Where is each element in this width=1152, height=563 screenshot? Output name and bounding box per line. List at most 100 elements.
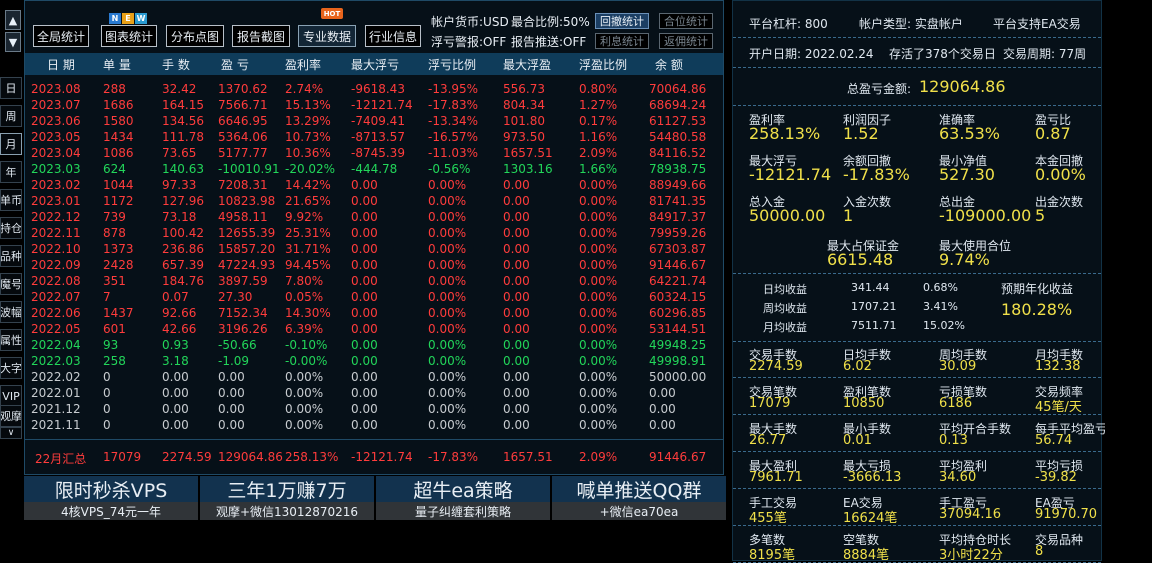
sidebar-item-month[interactable]: 月 [0, 133, 22, 155]
table-cell: -1.09 [218, 354, 250, 368]
ad-vps-sub[interactable]: 4核VPS_74元一年 [24, 502, 198, 520]
table-row[interactable]: 2023.05 1434 111.78 5364.06 10.73% -8713.57 -1… [25, 129, 723, 145]
scroll-down-arrow-icon[interactable]: ▼ [5, 32, 21, 52]
table-row[interactable]: 2022.11 878 100.42 12655.39 25.31% 0.00 0.00% 0… [25, 225, 723, 241]
ad-profit-title[interactable]: 三年1万赚7万 [200, 476, 374, 502]
stat-value: -39.82 [1035, 470, 1077, 485]
stat-value: 37094.16 [939, 507, 1002, 522]
interest-stats-button[interactable]: 利息统计 [595, 33, 649, 49]
table-row[interactable]: 2022.02 0 0.00 0.00 0.00% 0.00 0.00% 0.00 0.00% 5… [25, 369, 723, 385]
table-row[interactable]: 2022.10 1373 236.86 15857.20 31.71% 0.00 0.00%… [25, 241, 723, 257]
table-cell: 0.00 [503, 370, 530, 384]
stat-value: 10850 [843, 396, 885, 411]
table-cell: 0.00 [649, 418, 676, 432]
ad-signal-group[interactable]: 喊单推送QQ群 +微信ea70ea [552, 476, 726, 520]
table-header: 日 期 单 量 手 数 盈 亏 盈利率 最大浮亏 浮亏比例 最大浮盈 浮盈比例 … [25, 53, 723, 75]
table-cell: 2022.03 [31, 354, 81, 368]
ad-strategy[interactable]: 超牛ea策略 量子纠缠套利策略 [376, 476, 550, 520]
sidebar-item-volatility[interactable]: 波幅 [0, 301, 22, 323]
chart-stats-button[interactable]: 图表统计 [101, 25, 157, 47]
summary-cell: 17079 [103, 450, 142, 464]
table-cell: 2023.03 [31, 162, 81, 176]
pro-data-button[interactable]: 专业数据 [298, 25, 356, 47]
table-row[interactable]: 2023.07 1686 164.15 7566.71 15.13% -12121.74 -… [25, 97, 723, 113]
table-cell: 0.00 [503, 306, 530, 320]
ad-signal-title[interactable]: 喊单推送QQ群 [552, 476, 726, 502]
sidebar-expand-chevron-icon[interactable]: ∨ [0, 427, 22, 439]
stat-value: 258.13% [749, 124, 821, 143]
report-screenshot-button[interactable]: 报告截图 [232, 25, 290, 47]
col-float-loss-ratio: 浮亏比例 [428, 57, 477, 72]
table-cell: 236.86 [162, 242, 204, 256]
table-cell: 0.00% [579, 370, 618, 384]
table-cell: 0.00% [428, 226, 467, 240]
summary-cell: 22月汇总 [35, 452, 87, 466]
table-cell: 7152.34 [218, 306, 268, 320]
stat-value: 63.53% [939, 124, 1001, 143]
sidebar-item-positions[interactable]: 持仓 [0, 217, 22, 239]
table-cell: -12121.74 [351, 98, 413, 112]
table-row[interactable]: 2023.03 624 140.63 -10010.91 -20.02% -444.78 -… [25, 161, 723, 177]
scroll-up-arrow-icon[interactable]: ▲ [5, 10, 21, 30]
table-cell: 0.05% [285, 290, 324, 304]
table-cell: 0.07 [162, 290, 189, 304]
table-row[interactable]: 2022.05 601 42.66 3196.26 6.39% 0.00 0.00% 0.00… [25, 321, 723, 337]
table-row[interactable]: 2022.09 2428 657.39 47224.93 94.45% 0.00 0.00%… [25, 257, 723, 273]
table-cell: 0.00% [579, 178, 618, 192]
table-cell: 164.15 [162, 98, 204, 112]
table-cell: 84917.37 [649, 210, 707, 224]
sidebar-item-watch[interactable]: 观摩 [0, 405, 22, 427]
table-cell: 70064.86 [649, 82, 707, 96]
ad-signal-sub[interactable]: +微信ea70ea [552, 502, 726, 520]
return-value: 7511.71 [851, 319, 897, 332]
ad-strategy-sub[interactable]: 量子纠缠套利策略 [376, 502, 550, 520]
table-cell: 0.00 [503, 226, 530, 240]
table-row[interactable]: 2022.03 258 3.18 -1.09 -0.00% 0.00 0.00% 0.00 0.… [25, 353, 723, 369]
ad-vps-title[interactable]: 限时秒杀VPS [24, 476, 198, 502]
table-row[interactable]: 2023.08 288 32.42 1370.62 2.74% -9618.43 -13.9… [25, 81, 723, 97]
sidebar-item-large-font[interactable]: 大字 [0, 357, 22, 379]
sidebar-item-attributes[interactable]: 属性 [0, 329, 22, 351]
table-row[interactable]: 2023.01 1172 127.96 10823.98 21.65% 0.00 0.00%… [25, 193, 723, 209]
stat-value: 0.13 [939, 433, 968, 448]
ad-profit-sub[interactable]: 观摩+微信13012870216 [200, 502, 374, 520]
global-stats-button[interactable]: 全局统计 [33, 25, 89, 47]
table-row[interactable]: 2021.11 0 0.00 0.00 0.00% 0.00 0.00% 0.00 0.00% 0… [25, 417, 723, 433]
table-cell: 93 [103, 338, 119, 352]
sidebar-item-vip[interactable]: VIP [0, 385, 22, 407]
sidebar-item-single-currency[interactable]: 单币 [0, 189, 22, 211]
sidebar-item-week[interactable]: 周 [0, 105, 22, 127]
rebate-stats-button[interactable]: 返佣统计 [659, 33, 713, 49]
table-row[interactable]: 2022.07 7 0.07 27.30 0.05% 0.00 0.00% 0.00 0.00%… [25, 289, 723, 305]
distribution-chart-button[interactable]: 分布点图 [166, 25, 224, 47]
ad-strategy-title[interactable]: 超牛ea策略 [376, 476, 550, 502]
ad-vps[interactable]: 限时秒杀VPS 4核VPS_74元一年 [24, 476, 198, 520]
table-cell: 3196.26 [218, 322, 268, 336]
industry-info-button[interactable]: 行业信息 [365, 25, 421, 47]
table-cell: 91446.67 [649, 258, 707, 272]
table-row[interactable]: 2022.06 1437 92.66 7152.34 14.30% 0.00 0.00% 0.… [25, 305, 723, 321]
table-row[interactable]: 2022.12 739 73.18 4958.11 9.92% 0.00 0.00% 0.00… [25, 209, 723, 225]
stat-value: -3666.13 [843, 470, 902, 485]
drawdown-stats-button[interactable]: 回撤统计 [595, 13, 649, 29]
table-cell: 0.00 [351, 354, 378, 368]
table-cell: 10.73% [285, 130, 331, 144]
table-cell: 42.66 [162, 322, 197, 336]
table-row[interactable]: 2023.02 1044 97.33 7208.31 14.42% 0.00 0.00% 0.… [25, 177, 723, 193]
position-stats-button[interactable]: 合位统计 [659, 13, 713, 29]
sidebar-item-magic[interactable]: 魔号 [0, 273, 22, 295]
table-cell: 0.00 [351, 386, 378, 400]
table-row[interactable]: 2021.12 0 0.00 0.00 0.00% 0.00 0.00% 0.00 0.00% 0… [25, 401, 723, 417]
table-row[interactable]: 2023.06 1580 134.56 6646.95 13.29% -7409.41 -1… [25, 113, 723, 129]
table-row[interactable]: 2022.08 351 184.76 3897.59 7.80% 0.00 0.00% 0.0… [25, 273, 723, 289]
table-cell: 0.00 [351, 306, 378, 320]
stat-value: 2274.59 [749, 359, 803, 374]
ad-profit[interactable]: 三年1万赚7万 观摩+微信13012870216 [200, 476, 374, 520]
sidebar-item-year[interactable]: 年 [0, 161, 22, 183]
table-row[interactable]: 2022.01 0 0.00 0.00 0.00% 0.00 0.00% 0.00 0.00% 0… [25, 385, 723, 401]
table-row[interactable]: 2022.04 93 0.93 -50.66 -0.10% 0.00 0.00% 0.00 0.… [25, 337, 723, 353]
sidebar-item-symbols[interactable]: 品种 [0, 245, 22, 267]
table-cell: 0.00 [218, 402, 245, 416]
sidebar-item-day[interactable]: 日 [0, 77, 22, 99]
table-row[interactable]: 2023.04 1086 73.65 5177.77 10.36% -8745.39 -11… [25, 145, 723, 161]
